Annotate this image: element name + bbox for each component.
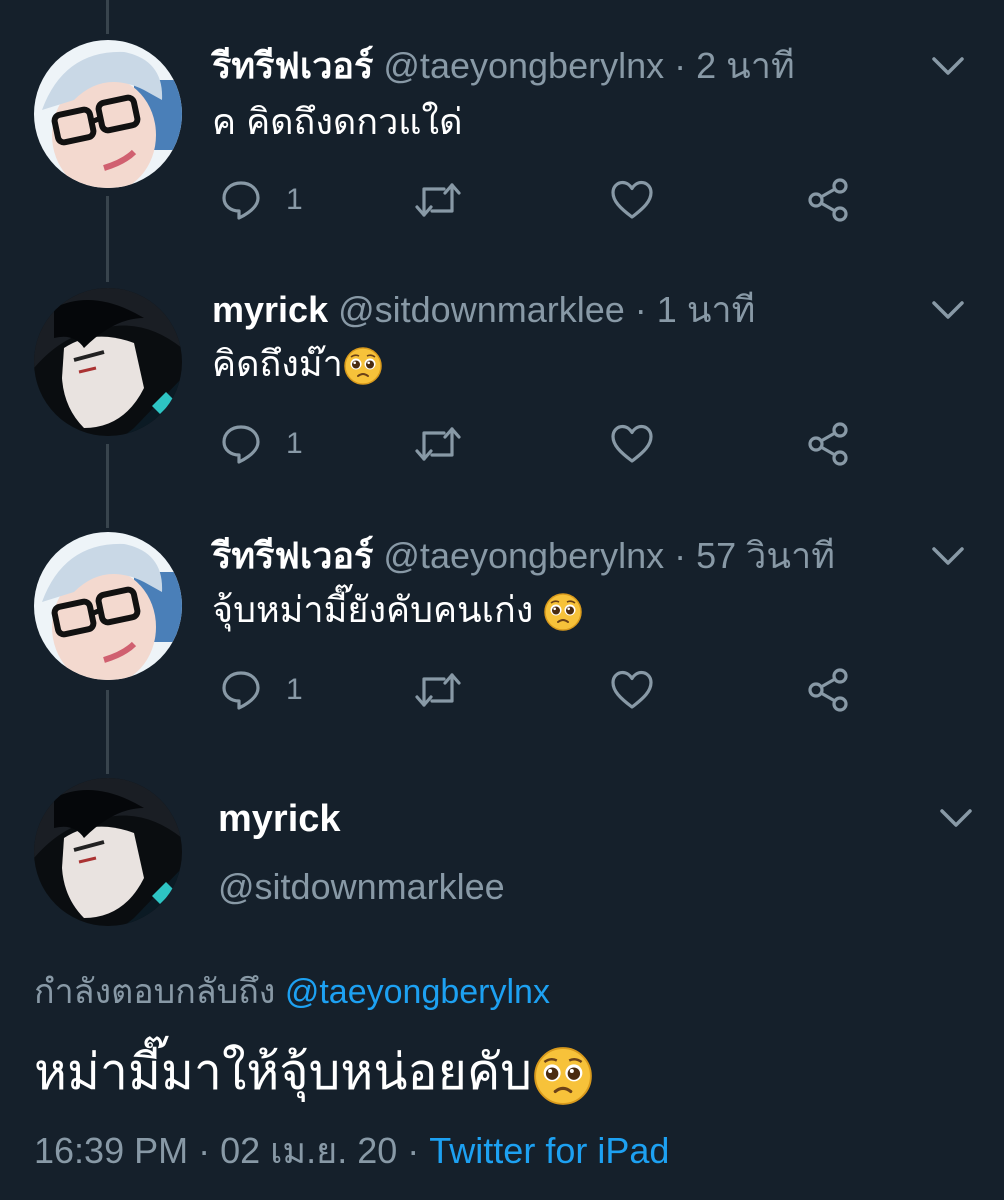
tweet-text-content: หม่ามี๊มาให้จุ้บหน่อยคับ bbox=[34, 1044, 533, 1100]
tweet-text: หม่ามี๊มาให้จุ้บหน่อยคับ bbox=[34, 1040, 594, 1107]
user-handle[interactable]: @taeyongberylnx bbox=[383, 535, 664, 576]
reply-count: 1 bbox=[286, 183, 303, 216]
chevron-down-icon[interactable] bbox=[938, 800, 974, 836]
tweet-actions: 1 bbox=[212, 420, 872, 468]
display-name[interactable]: รีทรีฟเวอร์ bbox=[212, 45, 373, 86]
retweet-icon bbox=[415, 673, 461, 707]
reply-button[interactable]: 1 bbox=[220, 420, 303, 468]
tweet-text-content: คิดถึงม๊า bbox=[212, 343, 343, 384]
chevron-down-icon[interactable] bbox=[930, 538, 966, 574]
tweet-actions: 1 bbox=[212, 666, 872, 714]
tweet-time[interactable]: 2 นาที bbox=[696, 45, 795, 86]
heart-icon bbox=[611, 424, 653, 463]
tweet-time[interactable]: 57 วินาที bbox=[696, 535, 835, 576]
reply-button[interactable]: 1 bbox=[220, 666, 303, 714]
reply-to-link[interactable]: @taeyongberylnx bbox=[285, 973, 550, 1011]
user-handle[interactable]: @sitdownmarklee bbox=[338, 289, 625, 330]
separator-dot: · bbox=[634, 289, 647, 330]
share-icon bbox=[808, 668, 848, 712]
chevron-down-icon[interactable] bbox=[930, 292, 966, 328]
reply-icon bbox=[222, 671, 260, 710]
share-button[interactable] bbox=[806, 666, 850, 714]
like-button[interactable] bbox=[610, 420, 654, 468]
thread-line bbox=[106, 0, 109, 34]
avatar[interactable] bbox=[34, 532, 182, 680]
user-handle[interactable]: @taeyongberylnx bbox=[383, 45, 664, 86]
share-button[interactable] bbox=[806, 420, 850, 468]
like-button[interactable] bbox=[610, 666, 654, 714]
reply-icon bbox=[222, 181, 260, 220]
separator-dot: · bbox=[674, 45, 687, 86]
tweet-text: จุ้บหม่ามี๊ยังคับคนเก่ง bbox=[212, 588, 583, 632]
tweet-timestamp[interactable]: 16:39 PM · 02 เม.ย. 20 · bbox=[34, 1130, 429, 1171]
pleading-face-icon bbox=[344, 347, 382, 386]
tweet-text-content: จุ้บหม่ามี๊ยังคับคนเก่ง bbox=[212, 589, 544, 630]
retweet-icon bbox=[415, 427, 461, 461]
user-handle[interactable]: @sitdownmarklee bbox=[218, 866, 505, 908]
display-name[interactable]: myrick bbox=[212, 289, 328, 330]
reply-button[interactable]: 1 bbox=[220, 176, 303, 224]
chevron-down-icon[interactable] bbox=[930, 48, 966, 84]
share-icon bbox=[808, 178, 848, 222]
pleading-face-icon bbox=[544, 593, 583, 632]
tweet-text-content: ค คิดถึงดกวแใด่ bbox=[212, 101, 463, 142]
thread-line bbox=[106, 690, 109, 774]
thread-line bbox=[106, 196, 109, 282]
tweet-meta: 16:39 PM · 02 เม.ย. 20 · Twitter for iPa… bbox=[34, 1122, 669, 1179]
heart-icon bbox=[611, 670, 653, 709]
tweet-source-link[interactable]: Twitter for iPad bbox=[429, 1130, 669, 1171]
like-button[interactable] bbox=[610, 176, 654, 224]
heart-icon bbox=[611, 180, 653, 219]
tweet-text: ค คิดถึงดกวแใด่ bbox=[212, 100, 462, 144]
pleading-face-icon bbox=[534, 1046, 592, 1105]
thread-line bbox=[106, 444, 109, 528]
avatar[interactable] bbox=[34, 40, 182, 188]
retweet-button[interactable] bbox=[414, 666, 462, 714]
tweet-actions: 1 bbox=[212, 176, 872, 224]
retweet-button[interactable] bbox=[414, 176, 462, 224]
reply-count: 1 bbox=[286, 673, 303, 706]
retweet-icon bbox=[415, 183, 461, 217]
tweet-time[interactable]: 1 นาที bbox=[657, 289, 756, 330]
avatar[interactable] bbox=[34, 288, 182, 436]
display-name[interactable]: myrick bbox=[218, 798, 341, 841]
share-icon bbox=[808, 422, 848, 466]
reply-icon bbox=[222, 425, 260, 464]
reply-prefix: กำลังตอบกลับถึง bbox=[34, 973, 285, 1011]
reply-count: 1 bbox=[286, 427, 303, 460]
share-button[interactable] bbox=[806, 176, 850, 224]
display-name[interactable]: รีทรีฟเวอร์ bbox=[212, 535, 373, 576]
tweet-text: คิดถึงม๊า bbox=[212, 342, 383, 386]
retweet-button[interactable] bbox=[414, 420, 462, 468]
reply-context: กำลังตอบกลับถึง @taeyongberylnx bbox=[34, 964, 550, 1018]
separator-dot: · bbox=[674, 535, 687, 576]
avatar[interactable] bbox=[34, 778, 182, 926]
